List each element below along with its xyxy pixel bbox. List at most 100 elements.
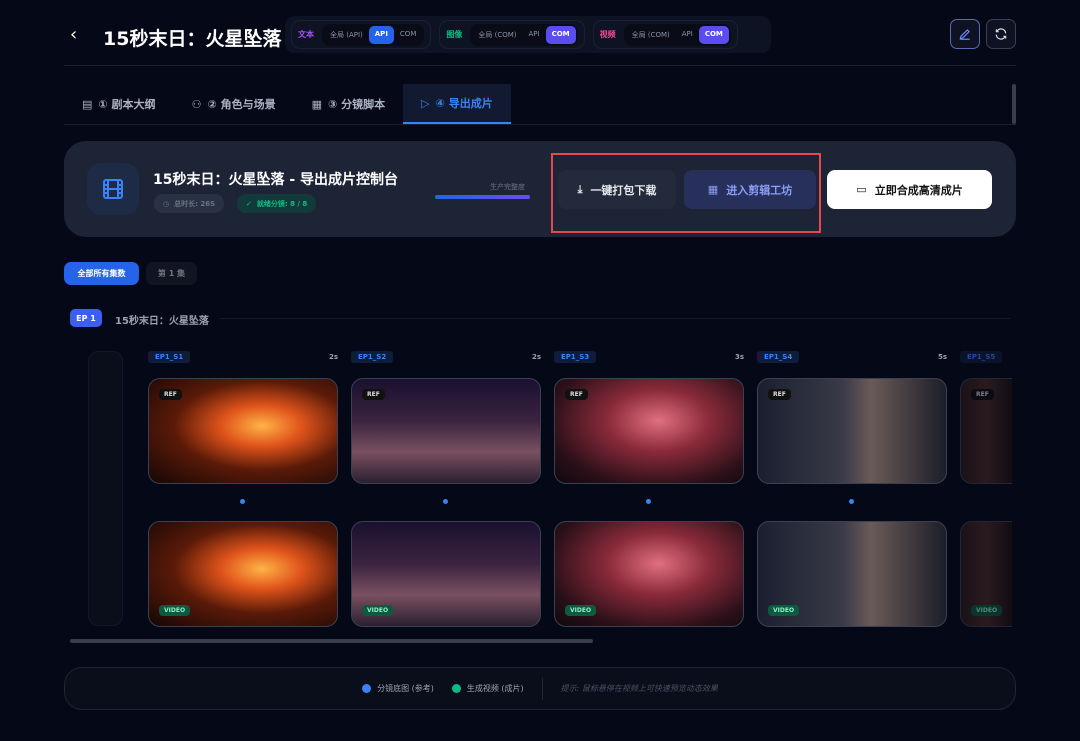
duration-badge: ◷ 总时长: 26S [154,194,225,213]
shot-card: EP1_S5 REF VIDEO [960,350,1012,627]
play-circle-icon: ▷ [421,96,430,110]
ref-tag: REF [971,389,994,400]
ref-tag: REF [159,389,182,400]
shot-duration: 2s [531,353,541,361]
duration-text: 总时长: 26S [174,199,216,208]
video-preview[interactable]: VIDEO [757,521,947,627]
page-title: 15秒末日：火星坠落 [103,28,282,50]
legend-bar: 分镜底图 (参考) 生成视频 (成片) 提示: 鼠标悬停在视频上可快速预览动态效… [64,667,1016,710]
ref-tag: REF [565,389,588,400]
progress-label: 生产完整度 [490,183,525,191]
status-dot [443,499,448,504]
ready-text: 就绪分镜: 8 / 8 [256,199,308,208]
filter-ep1[interactable]: 第 1 集 [146,262,197,285]
mode-group: 视频 全局 (COM) API COM [592,20,738,49]
divider [64,124,1016,125]
episode-side-panel [88,351,123,626]
mode-option[interactable]: API [368,25,394,44]
video-tag: VIDEO [971,605,1003,616]
mode-option[interactable]: 全局 (COM) [472,26,522,44]
horizontal-scrollbar[interactable] [70,639,593,643]
shot-card: EP1_S4 5s REF VIDEO [757,350,947,627]
reference-image[interactable]: REF [351,378,541,484]
shot-card: EP1_S3 3s REF VIDEO [554,350,744,627]
mode-label: 视频 [599,30,616,39]
shot-id: EP1_S1 [148,351,191,363]
mode-option[interactable]: COM [394,26,422,44]
mode-option[interactable]: API [522,26,545,44]
ready-badge: ✓ 就绪分镜: 8 / 8 [237,194,317,213]
episode-title: 15秒末日：火星坠落 [115,316,209,327]
film-icon: ▦ [311,97,322,111]
back-button[interactable]: ‹ [70,24,77,45]
console-title: 15秒末日：火星坠落 - 导出成片控制台 [153,172,399,188]
video-tag: VIDEO [768,605,800,616]
ref-tag: REF [362,389,385,400]
video-preview[interactable]: VIDEO [351,521,541,627]
tab-1[interactable]: ▤ ① 剧本大纲 [64,84,174,124]
shot-id: EP1_S4 [757,351,800,363]
reference-image[interactable]: REF [148,378,338,484]
film-icon [87,163,139,215]
refresh-button[interactable] [986,19,1016,49]
shot-duration: 3s [734,353,744,361]
ref-tag: REF [768,389,791,400]
shot-card: EP1_S2 2s REF VIDEO [351,350,541,627]
mode-option[interactable]: COM [698,25,729,44]
mode-option[interactable]: API [676,26,699,44]
status-dot [240,499,245,504]
legend-ref: 分镜底图 (参考) [362,683,434,694]
hint-text: 提示: 鼠标悬停在视频上可快速预览动态效果 [560,684,718,693]
mode-label: 图像 [446,30,463,39]
shot-id: EP1_S3 [554,351,597,363]
video-preview[interactable]: VIDEO [554,521,744,627]
mode-option[interactable]: COM [545,25,576,44]
pencil-icon [959,29,970,40]
check-circle-icon: ✓ [246,199,252,208]
mode-option[interactable]: 全局 (COM) [626,26,676,44]
video-preview[interactable]: VIDEO [148,521,338,627]
episode-badge: EP 1 [70,309,102,327]
highlight-box [551,153,821,233]
tab-2[interactable]: ⚇ ② 角色与场景 [174,84,294,124]
shot-id: EP1_S5 [960,351,1003,363]
status-dot [646,499,651,504]
reference-image[interactable]: REF [554,378,744,484]
divider [220,318,1010,319]
video-tag: VIDEO [565,605,597,616]
tab-label: ③ 分镜脚本 [328,98,386,111]
shot-duration: 5s [937,353,947,361]
clock-icon: ◷ [163,199,170,208]
users-icon: ⚇ [191,97,202,111]
video-preview[interactable]: VIDEO [960,521,1012,627]
shot-duration: 2s [328,353,338,361]
scrollbar[interactable] [1012,84,1016,124]
mode-group: 图像 全局 (COM) API COM [439,20,585,49]
mode-switcher: 文本 全局 (API) API COM 图像 全局 (COM) API COM 视频 全局 (CO… [285,16,771,53]
tab-4[interactable]: ▷ ④ 导出成片 [403,84,511,124]
divider [541,677,543,700]
video-camera-icon: ▭ [856,183,867,196]
edit-button[interactable] [950,19,980,49]
mode-label: 文本 [298,30,314,39]
document-icon: ▤ [82,97,93,111]
mode-option[interactable]: 全局 (API) [324,26,369,44]
progress-bar [435,195,530,199]
reference-image[interactable]: REF [757,378,947,484]
tab-label: ④ 导出成片 [435,97,493,110]
compose-button[interactable]: ▭ 立即合成高清成片 [827,170,992,209]
tab-bar: ▤ ① 剧本大纲 ⚇ ② 角色与场景 ▦ ③ 分镜脚本 ▷ ④ 导出成片 [64,84,511,124]
tab-label: ① 剧本大纲 [98,98,156,111]
legend-video: 生成视频 (成片) [451,683,524,694]
status-dot [849,499,854,504]
tab-3[interactable]: ▦ ③ 分镜脚本 [294,84,404,124]
filter-all[interactable]: 全部所有集数 [64,262,139,285]
video-tag: VIDEO [362,605,394,616]
refresh-icon [995,28,1007,40]
tab-label: ② 角色与场景 [207,98,276,111]
shot-card: EP1_S1 2s REF VIDEO [148,350,338,627]
mode-group: 文本 全局 (API) API COM [291,20,432,49]
divider [64,65,1016,66]
reference-image[interactable]: REF [960,378,1012,484]
compose-label: 立即合成高清成片 [874,183,963,197]
